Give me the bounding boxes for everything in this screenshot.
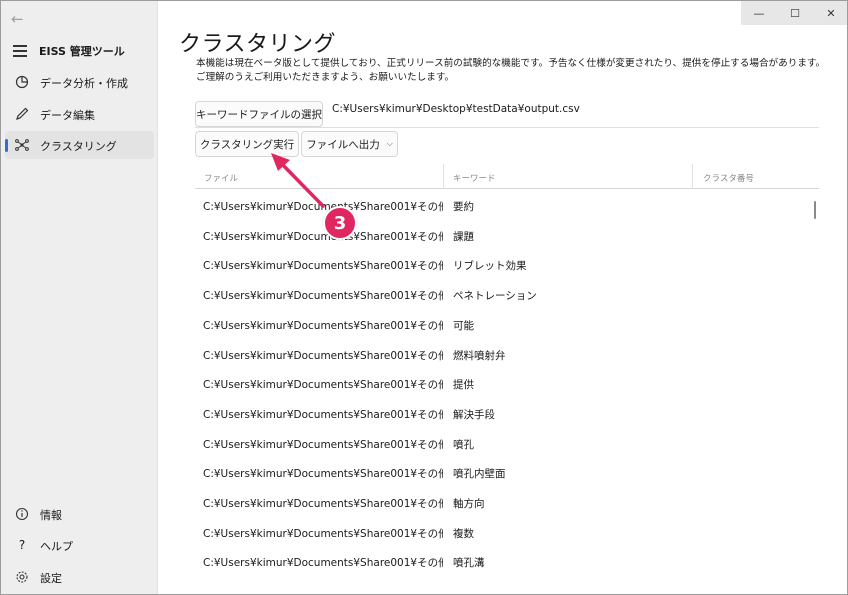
sidebar-item-info[interactable]: 情報 <box>5 500 154 528</box>
table-row[interactable]: C:¥Users¥kimur¥Documents¥Share001¥その他フ 噴孔… <box>195 458 819 487</box>
table-row[interactable]: C:¥Users¥kimur¥Documents¥Share001¥その他フ 燃料… <box>195 340 819 369</box>
app-window: ← EISS 管理ツール データ分析・作成 データ編集 クラスタリング 情報 ?… <box>0 0 848 595</box>
divider <box>195 127 819 128</box>
active-indicator <box>5 139 8 152</box>
gear-icon <box>16 571 28 583</box>
sidebar-item-label: 設定 <box>40 572 62 585</box>
keyword-cell: 課題 <box>453 230 474 243</box>
column-divider[interactable] <box>443 164 444 189</box>
file-path-cell: C:¥Users¥kimur¥Documents¥Share001¥その他フ <box>203 527 443 540</box>
column-divider[interactable] <box>692 164 693 189</box>
scrollbar-thumb[interactable] <box>814 201 816 219</box>
sidebar-item-clustering[interactable]: クラスタリング <box>5 131 154 159</box>
table-row[interactable]: C:¥Users¥kimur¥Documents¥Share001¥その他フ 軸方… <box>195 488 819 517</box>
table-row[interactable]: C:¥Users¥kimur¥Documents¥Share001¥その他フ 解決… <box>195 399 819 428</box>
column-header-keyword[interactable]: キーワード <box>453 172 496 184</box>
table-row[interactable]: C:¥Users¥kimur¥Documents¥Share001¥その他フ 要約 <box>195 191 819 220</box>
keyword-cell: ペネトレーション <box>453 290 537 303</box>
table-row[interactable]: C:¥Users¥kimur¥Documents¥Share001¥その他フ 噴孔 <box>195 429 819 458</box>
column-header-file[interactable]: ファイル <box>204 172 238 184</box>
sidebar-item-label: クラスタリング <box>40 140 117 153</box>
file-path-cell: C:¥Users¥kimur¥Documents¥Share001¥その他フ <box>203 557 443 570</box>
page-title: クラスタリング <box>179 32 337 57</box>
minimize-button[interactable]: — <box>741 1 777 25</box>
keyword-cell: 噴孔 <box>453 438 474 451</box>
sidebar-item-label: ヘルプ <box>40 540 73 553</box>
file-path-cell: C:¥Users¥kimur¥Documents¥Share001¥その他フ <box>203 290 443 303</box>
sidebar: ← EISS 管理ツール データ分析・作成 データ編集 クラスタリング 情報 ?… <box>1 1 158 594</box>
table-row[interactable]: C:¥Users¥kimur¥Documents¥Share001¥その他フ 課題 <box>195 221 819 250</box>
selected-file-path: C:¥Users¥kimur¥Desktop¥testData¥output.c… <box>332 103 580 115</box>
keyword-cell: 噴孔溝 <box>453 557 485 570</box>
sidebar-item-help[interactable]: ? ヘルプ <box>5 531 154 559</box>
keyword-cell: 要約 <box>453 201 474 213</box>
pie-chart-icon <box>15 75 29 89</box>
keyword-cell: 解決手段 <box>453 408 495 421</box>
file-path-cell: C:¥Users¥kimur¥Documents¥Share001¥その他フ <box>203 379 443 392</box>
keyword-cell: 軸方向 <box>453 498 485 510</box>
sidebar-item-data-edit[interactable]: データ編集 <box>5 100 154 128</box>
sidebar-item-label: 情報 <box>40 509 62 522</box>
keyword-cell: 燃料噴射弁 <box>453 349 506 362</box>
close-button[interactable]: ✕ <box>813 1 847 25</box>
keyword-cell: 提供 <box>453 379 474 392</box>
cluster-icon <box>15 139 29 151</box>
file-path-cell: C:¥Users¥kimur¥Documents¥Share001¥その他フ <box>203 260 443 273</box>
export-button-label: ファイルへ出力 <box>306 138 380 151</box>
beta-notice: 本機能は現在ベータ版として提供しており、正式リリース前の試験的な機能です。予告な… <box>196 58 826 83</box>
table-row[interactable]: C:¥Users¥kimur¥Documents¥Share001¥その他フ 提供 <box>195 369 819 398</box>
file-path-cell: C:¥Users¥kimur¥Documents¥Share001¥その他フ <box>203 498 443 510</box>
keyword-cell: 複数 <box>453 527 474 540</box>
window-controls: — ☐ ✕ <box>741 1 847 25</box>
keyword-cell: リブレット効果 <box>453 260 527 273</box>
sidebar-item-label: データ編集 <box>40 109 95 122</box>
maximize-button[interactable]: ☐ <box>777 1 813 25</box>
run-clustering-button[interactable]: クラスタリング実行 <box>195 131 299 157</box>
table-row[interactable]: C:¥Users¥kimur¥Documents¥Share001¥その他フ 可能 <box>195 310 819 339</box>
column-header-cluster-number[interactable]: クラスタ番号 <box>703 172 754 184</box>
sidebar-item-settings[interactable]: 設定 <box>5 563 154 591</box>
keyword-cell: 噴孔内壁面 <box>453 468 506 481</box>
step-number-badge: 3 <box>323 206 357 240</box>
sidebar-item-data-analysis[interactable]: データ分析・作成 <box>5 68 154 96</box>
table-row[interactable]: C:¥Users¥kimur¥Documents¥Share001¥その他フ 複数 <box>195 518 819 547</box>
table-row[interactable]: C:¥Users¥kimur¥Documents¥Share001¥その他フ ペネ… <box>195 280 819 309</box>
file-path-cell: C:¥Users¥kimur¥Documents¥Share001¥その他フ <box>203 408 443 421</box>
pencil-icon <box>16 107 29 120</box>
file-path-cell: C:¥Users¥kimur¥Documents¥Share001¥その他フ <box>203 230 443 243</box>
chevron-down-icon: ⌵ <box>386 139 393 148</box>
help-icon: ? <box>18 538 26 552</box>
file-path-cell: C:¥Users¥kimur¥Documents¥Share001¥その他フ <box>203 349 443 362</box>
file-path-cell: C:¥Users¥kimur¥Documents¥Share001¥その他フ <box>203 201 443 213</box>
file-path-cell: C:¥Users¥kimur¥Documents¥Share001¥その他フ <box>203 438 443 451</box>
sidebar-item-label: データ分析・作成 <box>40 77 128 90</box>
keyword-cell: 可能 <box>453 319 474 332</box>
table-row[interactable]: C:¥Users¥kimur¥Documents¥Share001¥その他フ リブ… <box>195 250 819 279</box>
app-title: EISS 管理ツール <box>39 45 125 58</box>
export-file-button[interactable]: ファイルへ出力 ⌵ <box>301 131 398 157</box>
select-keyword-file-button[interactable]: キーワードファイルの選択 <box>195 101 323 127</box>
file-path-cell: C:¥Users¥kimur¥Documents¥Share001¥その他フ <box>203 468 443 481</box>
file-path-cell: C:¥Users¥kimur¥Documents¥Share001¥その他フ <box>203 319 443 332</box>
table-row[interactable]: C:¥Users¥kimur¥Documents¥Share001¥その他フ 噴孔… <box>195 547 819 576</box>
table-header: ファイル キーワード クラスタ番号 <box>195 164 819 189</box>
hamburger-menu-icon[interactable] <box>13 45 27 57</box>
info-icon <box>15 507 29 521</box>
back-arrow-icon[interactable]: ← <box>11 10 31 28</box>
